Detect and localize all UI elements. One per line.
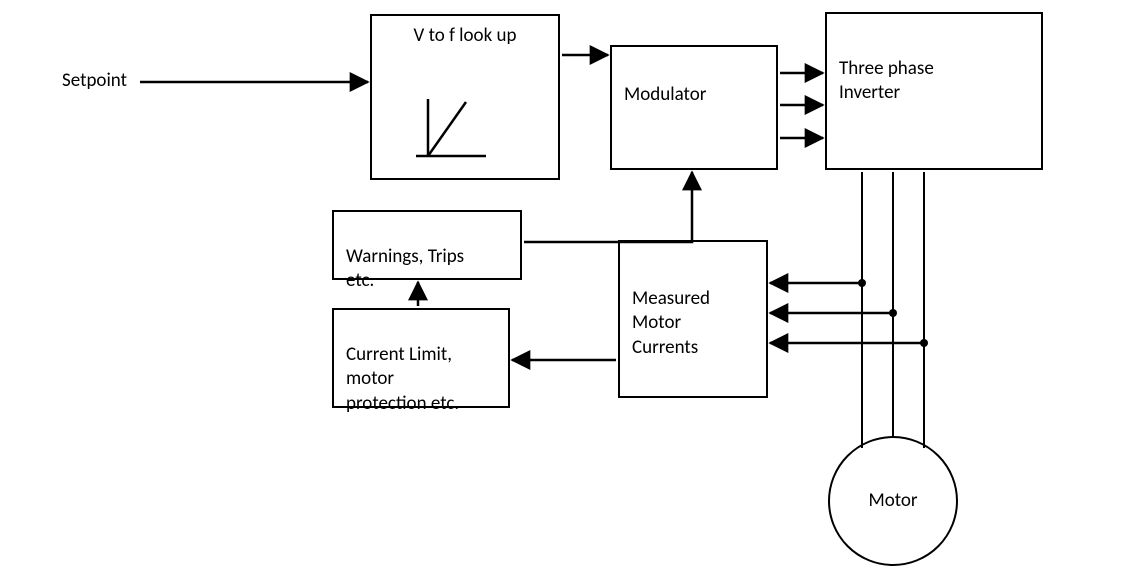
- warnings-text: Warnings, Trips etc.: [346, 245, 464, 293]
- inverter-text: Three phase Inverter: [839, 57, 934, 105]
- modulator-text: Modulator: [624, 83, 706, 106]
- measured-currents-text: Measured Motor Currents: [632, 287, 710, 359]
- inverter-block: Three phase Inverter: [825, 12, 1043, 170]
- motor-text: Motor: [868, 490, 917, 513]
- setpoint-label: Setpoint: [62, 70, 127, 93]
- junction-dot-3: [920, 339, 928, 347]
- measured-currents-block: Measured Motor Currents: [618, 240, 768, 398]
- vf-lookup-block: V to f look up: [370, 14, 560, 180]
- arrow-warnings-to-modulator: [524, 172, 692, 242]
- warnings-block: Warnings, Trips etc.: [332, 210, 522, 280]
- junction-dot-1: [858, 279, 866, 287]
- vf-lookup-text: V to f look up: [384, 24, 546, 49]
- current-limit-text: Current Limit, motor protection etc.: [346, 343, 459, 415]
- current-limit-block: Current Limit, motor protection etc.: [332, 308, 510, 408]
- modulator-block: Modulator: [610, 45, 778, 170]
- junction-dot-2: [889, 309, 897, 317]
- vf-curve-icon: [416, 94, 516, 174]
- motor-block: Motor: [828, 436, 958, 566]
